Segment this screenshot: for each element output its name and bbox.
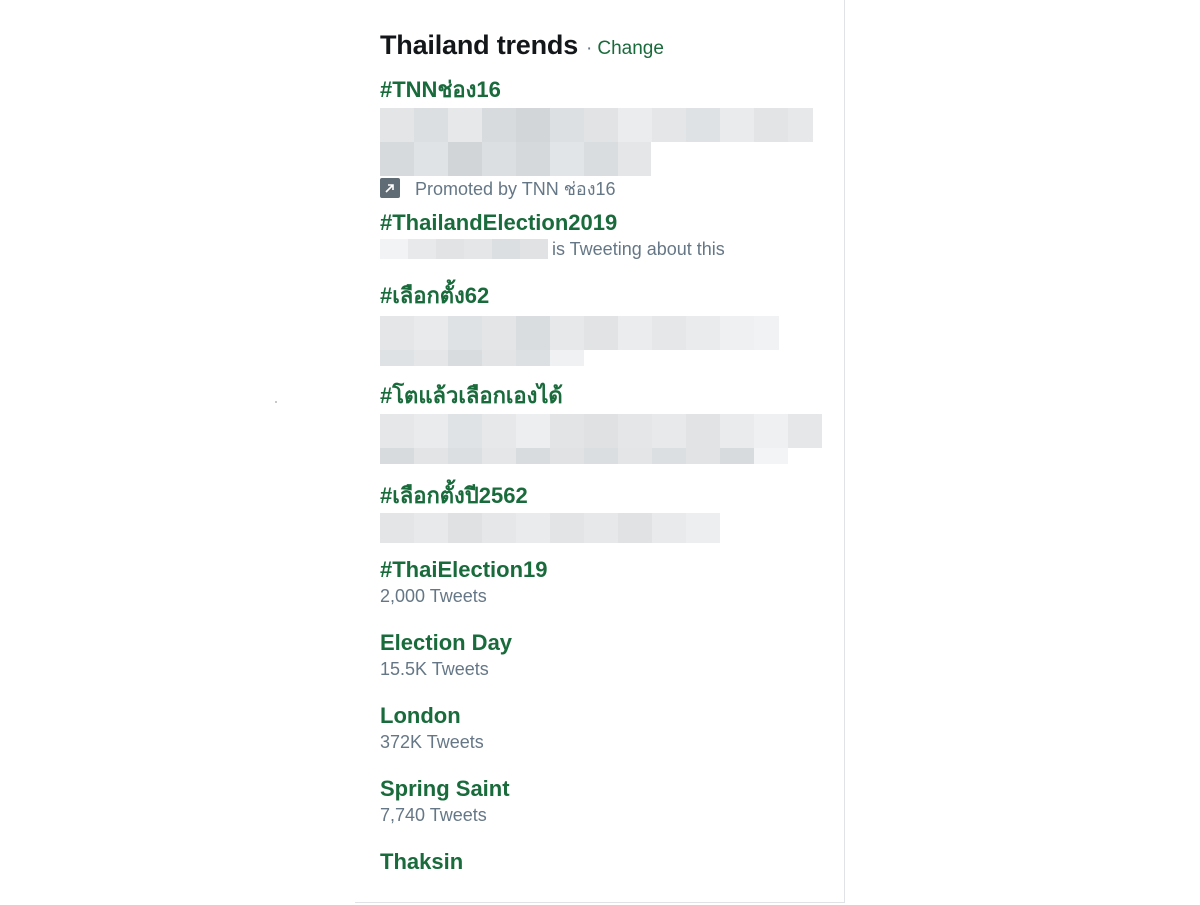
change-location-link[interactable]: Change <box>597 38 664 60</box>
trend-name[interactable]: Election Day <box>380 629 830 657</box>
trend-name[interactable]: #TNNช่อง16 <box>380 76 830 104</box>
trend-item[interactable]: #โตแล้วเลือกเองได้ <box>380 382 830 464</box>
blurred-username <box>380 239 548 259</box>
header-separator: · <box>586 38 593 59</box>
trends-header: Thailand trends · Change <box>380 30 664 61</box>
trend-item[interactable]: #ThailandElection2019 is Tweeting about … <box>380 209 830 261</box>
blur-row <box>380 108 830 142</box>
trend-item[interactable]: Spring Saint 7,740 Tweets <box>380 775 830 827</box>
trend-item[interactable]: London 372K Tweets <box>380 702 830 754</box>
trend-item[interactable]: #เลือกตั้งปี2562 <box>380 482 830 543</box>
promoted-row: Promoted by TNN ช่อง16 <box>380 176 830 200</box>
promoted-by-label: Promoted by TNN ช่อง16 <box>415 178 616 199</box>
trend-name[interactable]: #ThailandElection2019 <box>380 209 830 237</box>
blurred-description <box>380 108 830 176</box>
promoted-arrow-icon <box>380 178 400 198</box>
blur-row <box>380 316 830 350</box>
trend-item[interactable]: Thaksin <box>380 848 830 876</box>
trend-name[interactable]: London <box>380 702 830 730</box>
blur-row <box>380 448 830 464</box>
blurred-description <box>380 513 830 543</box>
tweet-count: 7,740 Tweets <box>380 805 487 825</box>
trend-name[interactable]: #เลือกตั้ง62 <box>380 282 830 310</box>
trend-item[interactable]: #เลือกตั้ง62 <box>380 282 830 366</box>
tweet-count: 15.5K Tweets <box>380 659 489 679</box>
tweet-count: 372K Tweets <box>380 732 484 752</box>
trend-name[interactable]: #โตแล้วเลือกเองได้ <box>380 382 830 410</box>
blurred-description <box>380 316 830 366</box>
blur-row <box>380 513 830 543</box>
trend-name[interactable]: Thaksin <box>380 848 830 876</box>
trends-title: Thailand trends <box>380 30 579 60</box>
blurred-description <box>380 414 830 464</box>
trend-item[interactable]: #TNNช่อง16 Promoted by TNN ช่อง16 <box>380 76 830 200</box>
trend-name[interactable]: #ThaiElection19 <box>380 556 830 584</box>
trend-name[interactable]: #เลือกตั้งปี2562 <box>380 482 830 510</box>
trend-item[interactable]: #ThaiElection19 2,000 Tweets <box>380 556 830 608</box>
page: Thailand trends · Change #TNNช่อง16 Prom… <box>0 0 1200 905</box>
stray-pixel <box>275 401 277 403</box>
trend-name[interactable]: Spring Saint <box>380 775 830 803</box>
blur-row <box>380 414 830 448</box>
trends-panel: Thailand trends · Change #TNNช่อง16 Prom… <box>355 0 845 903</box>
tweeting-about-text: is Tweeting about this <box>552 239 725 259</box>
tweeting-about-row: is Tweeting about this <box>380 237 830 261</box>
blur-row <box>380 142 830 176</box>
trend-item[interactable]: Election Day 15.5K Tweets <box>380 629 830 681</box>
blur-row <box>380 350 830 366</box>
tweet-count: 2,000 Tweets <box>380 586 487 606</box>
